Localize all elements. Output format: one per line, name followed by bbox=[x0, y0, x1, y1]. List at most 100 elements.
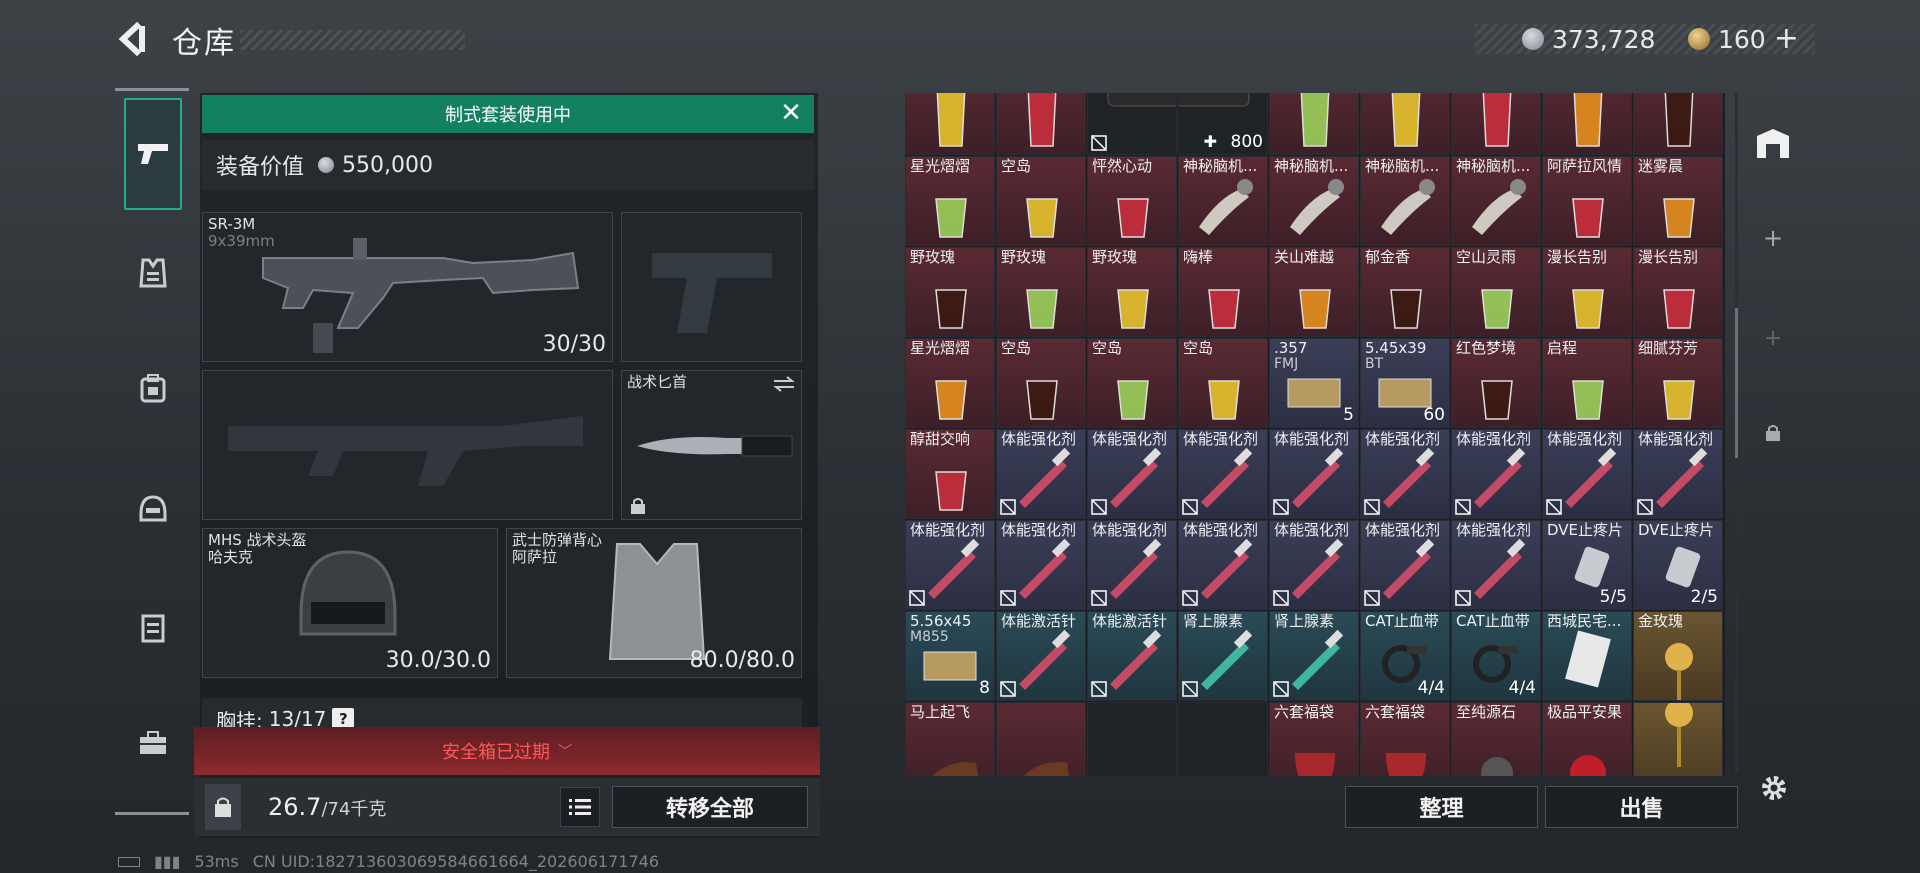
inventory-item[interactable]: 郁金香 bbox=[1360, 247, 1450, 337]
inventory-item[interactable] bbox=[1360, 93, 1450, 155]
inventory-item[interactable]: 醇甜交响 bbox=[905, 429, 995, 519]
inventory-item[interactable]: 漫长告别 bbox=[1633, 247, 1723, 337]
inventory-item[interactable]: 星光熠熠 bbox=[905, 156, 995, 246]
nav-weapon-tab[interactable] bbox=[124, 98, 182, 210]
inventory-item[interactable] bbox=[1542, 93, 1632, 155]
list-view-button[interactable] bbox=[560, 787, 600, 827]
inventory-item[interactable]: 野玫瑰 bbox=[996, 247, 1086, 337]
nav-case-tab[interactable] bbox=[124, 708, 182, 778]
inventory-item[interactable]: 5.45x39 BT 60 bbox=[1360, 338, 1450, 428]
inventory-item[interactable]: 怦然心动 bbox=[1087, 156, 1177, 246]
inventory-item[interactable]: 肾上腺素 bbox=[1269, 611, 1359, 701]
currency-secondary[interactable]: 160 + bbox=[1688, 24, 1799, 54]
sell-button[interactable]: 出售 bbox=[1545, 786, 1738, 828]
inventory-item[interactable]: CAT止血带 4/4 bbox=[1451, 611, 1541, 701]
inventory-item[interactable]: 六套福袋 bbox=[1360, 702, 1450, 776]
gear-icon[interactable] bbox=[1758, 772, 1790, 804]
inventory-item[interactable] bbox=[905, 93, 995, 155]
inventory-item[interactable] bbox=[996, 93, 1086, 155]
inventory-item[interactable] bbox=[996, 702, 1086, 776]
inventory-item[interactable] bbox=[1178, 702, 1268, 776]
inventory-item[interactable]: 细腻芬芳 bbox=[1633, 338, 1723, 428]
inventory-item[interactable]: 体能强化剂 bbox=[996, 429, 1086, 519]
inventory-item[interactable]: 体能强化剂 bbox=[996, 520, 1086, 610]
inventory-item[interactable]: 野玫瑰 bbox=[905, 247, 995, 337]
add-storage-page-button-2[interactable]: + bbox=[1745, 308, 1801, 368]
knife-slot[interactable]: 战术匕首 bbox=[621, 370, 802, 520]
inventory-item[interactable]: 肾上腺素 bbox=[1178, 611, 1268, 701]
backup-weapon-slot[interactable] bbox=[202, 370, 613, 520]
inventory-item[interactable] bbox=[1087, 93, 1177, 155]
inventory-item[interactable]: 至纯源石 bbox=[1451, 702, 1541, 776]
inventory-item[interactable]: 神秘脑机... bbox=[1178, 156, 1268, 246]
inventory-item[interactable]: 金玫瑰 bbox=[1633, 611, 1723, 701]
inventory-item[interactable]: 关山难越 bbox=[1269, 247, 1359, 337]
nav-vest-tab[interactable] bbox=[124, 593, 182, 663]
safe-box-bar[interactable]: 安全箱已过期 ﹀ bbox=[194, 727, 820, 775]
sort-button[interactable]: 整理 bbox=[1345, 786, 1538, 828]
inventory-item[interactable]: 空山灵雨 bbox=[1451, 247, 1541, 337]
inventory-item[interactable]: 体能强化剂 bbox=[1178, 429, 1268, 519]
armor-slot[interactable]: 武士防弹背心 阿萨拉 80.0/80.0 bbox=[506, 528, 802, 678]
inventory-item[interactable]: 体能强化剂 bbox=[1360, 429, 1450, 519]
locked-storage-page[interactable] bbox=[1745, 403, 1801, 463]
inventory-item[interactable] bbox=[1269, 93, 1359, 155]
back-arrow-icon[interactable] bbox=[115, 21, 149, 57]
inventory-item[interactable]: CAT止血带 4/4 bbox=[1360, 611, 1450, 701]
inventory-item[interactable]: 体能激活针 bbox=[1087, 611, 1177, 701]
inventory-item[interactable]: 体能强化剂 bbox=[1451, 520, 1541, 610]
inventory-item[interactable]: 西城民宅... bbox=[1542, 611, 1632, 701]
inventory-item[interactable]: 启程 bbox=[1542, 338, 1632, 428]
inventory-item[interactable]: 体能强化剂 bbox=[1542, 429, 1632, 519]
inventory-item[interactable]: 体能强化剂 bbox=[1178, 520, 1268, 610]
inventory-item[interactable]: 六套福袋 bbox=[1269, 702, 1359, 776]
add-currency-icon[interactable]: + bbox=[1774, 24, 1799, 54]
inventory-item[interactable]: 体能强化剂 bbox=[1451, 429, 1541, 519]
inventory-item[interactable]: 神秘脑机... bbox=[1269, 156, 1359, 246]
inventory-item[interactable]: 体能强化剂 bbox=[1633, 429, 1723, 519]
inventory-item[interactable]: 体能强化剂 bbox=[1269, 429, 1359, 519]
inventory-item[interactable] bbox=[1633, 702, 1723, 776]
inventory-item[interactable]: 体能强化剂 bbox=[1269, 520, 1359, 610]
inventory-item[interactable] bbox=[1087, 702, 1177, 776]
inventory-item[interactable] bbox=[1451, 93, 1541, 155]
inventory-item[interactable]: 空岛 bbox=[996, 338, 1086, 428]
inventory-item[interactable]: 极品平安果 bbox=[1542, 702, 1632, 776]
inventory-item[interactable]: 体能强化剂 bbox=[1087, 520, 1177, 610]
inventory-item[interactable]: 神秘脑机... bbox=[1451, 156, 1541, 246]
inventory-item[interactable]: 体能激活针 bbox=[996, 611, 1086, 701]
inventory-item[interactable]: 星光熠熠 bbox=[905, 338, 995, 428]
inventory-item[interactable]: 体能强化剂 bbox=[1360, 520, 1450, 610]
inventory-item[interactable]: 漫长告别 bbox=[1542, 247, 1632, 337]
inventory-item[interactable]: 红色梦境 bbox=[1451, 338, 1541, 428]
inventory-item[interactable]: 体能强化剂 bbox=[1087, 429, 1177, 519]
inventory-item[interactable]: DVE止疼片 5/5 bbox=[1542, 520, 1632, 610]
inventory-item[interactable]: 嗨棒 bbox=[1178, 247, 1268, 337]
inventory-item[interactable]: 马上起飞 bbox=[905, 702, 995, 776]
inventory-item[interactable]: 空岛 bbox=[1087, 338, 1177, 428]
inventory-item[interactable]: 迷雾晨 bbox=[1633, 156, 1723, 246]
inventory-item[interactable]: 空岛 bbox=[996, 156, 1086, 246]
transfer-all-button[interactable]: 转移全部 bbox=[612, 786, 808, 828]
add-storage-page-button[interactable]: + bbox=[1745, 208, 1801, 268]
inventory-item[interactable]: .357 FMJ 5 bbox=[1269, 338, 1359, 428]
inventory-item[interactable] bbox=[1633, 93, 1723, 155]
inventory-item[interactable]: 神秘脑机... bbox=[1360, 156, 1450, 246]
inventory-item[interactable]: 体能强化剂 bbox=[905, 520, 995, 610]
inventory-item[interactable]: 阿萨拉风情 bbox=[1542, 156, 1632, 246]
nav-helmet-tab[interactable] bbox=[124, 473, 182, 543]
inventory-item[interactable]: 野玫瑰 bbox=[1087, 247, 1177, 337]
inventory-item[interactable]: 800 ✚ bbox=[1178, 93, 1268, 155]
helmet-slot[interactable]: MHS 战术头盔 哈夫克 30.0/30.0 bbox=[202, 528, 498, 678]
nav-armor-tab[interactable] bbox=[124, 238, 182, 308]
storage-page-1[interactable] bbox=[1745, 113, 1801, 173]
secondary-weapon-slot[interactable] bbox=[621, 212, 802, 362]
inventory-item[interactable]: DVE止疼片 2/5 bbox=[1633, 520, 1723, 610]
grid-scroll-thumb[interactable] bbox=[1735, 308, 1738, 458]
inventory-item[interactable]: 空岛 bbox=[1178, 338, 1268, 428]
primary-weapon-slot[interactable]: SR-3M 9x39mm 30/30 bbox=[202, 212, 613, 362]
swap-icon[interactable] bbox=[772, 375, 796, 393]
inventory-item[interactable]: 5.56x45 M855 8 bbox=[905, 611, 995, 701]
nav-backpack-tab[interactable] bbox=[124, 353, 182, 423]
close-icon[interactable]: ✕ bbox=[778, 100, 804, 126]
